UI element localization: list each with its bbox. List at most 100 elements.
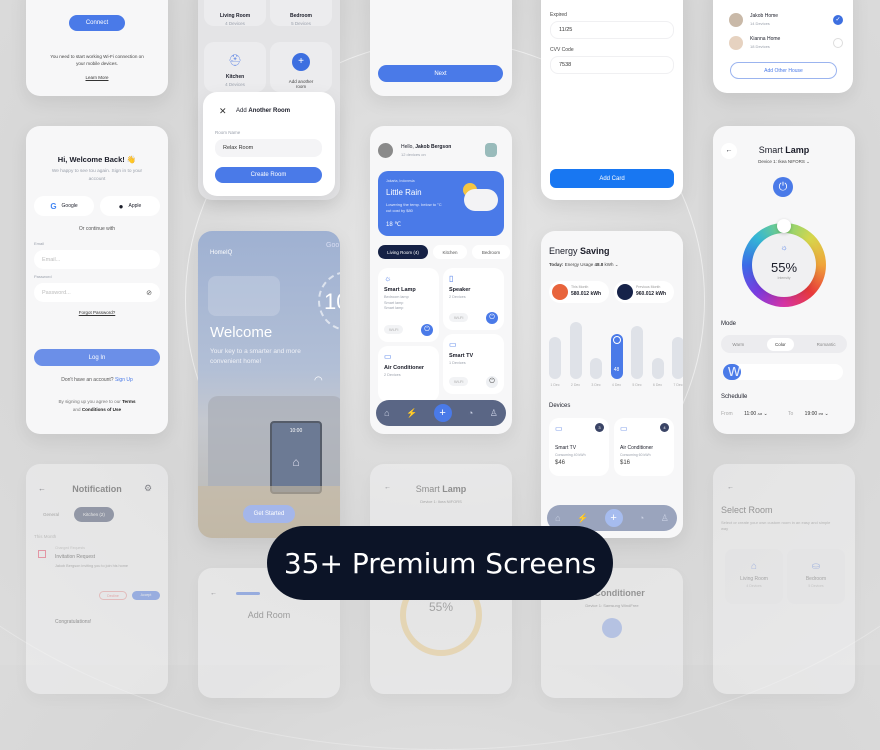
room-card-kitchen[interactable]: ⛑ Kitchen 4 Devices (204, 42, 266, 92)
chart-bar[interactable] (590, 358, 602, 379)
to-label: To (788, 411, 794, 417)
next-button[interactable]: Next (378, 65, 503, 82)
energy-device-card[interactable]: ▭ 4 Air Conditioner Consuming 60 kWh $16 (614, 418, 674, 476)
energy-bar-chart: 48 (549, 319, 683, 379)
prev-month-value: 960.012 kWh (636, 291, 667, 297)
signup-link[interactable]: Sign Up (115, 377, 133, 383)
nav-profile-icon[interactable]: ♙ (490, 408, 498, 419)
connect-screen: Connect You need to start working Wi-Fi … (26, 0, 168, 96)
schedule-to[interactable]: To 19:00 PM ⌄ (788, 411, 829, 417)
unselected-radio[interactable] (833, 38, 843, 48)
nav-add-button[interactable]: + (604, 509, 623, 527)
device-card-smart-tv[interactable]: ▭ Smart TV 1 Devices Wi-Fi ⏻ (443, 334, 504, 394)
nav-home-icon[interactable]: ⌂ (384, 408, 389, 418)
chevron-down-icon: ⌄ (614, 262, 619, 267)
nav-add-button[interactable]: + (433, 404, 452, 422)
add-room-title: Add Room (247, 610, 291, 620)
chart-bar[interactable] (549, 337, 561, 379)
today-usage[interactable]: Today: Energy Usage 48.8 kWh ⌄ (549, 262, 619, 268)
nav-bell-icon[interactable]: ◔ (468, 408, 473, 418)
tab-general[interactable]: General (43, 512, 59, 517)
email-input[interactable]: Email... (34, 250, 160, 269)
decline-button[interactable]: Decline (99, 591, 127, 600)
device-card-smart-lamp[interactable]: ☼ Smart Lamp Bedroom lamp Smart lamp Sma… (378, 268, 439, 342)
login-button[interactable]: Log In (34, 349, 160, 366)
back-icon[interactable]: ← (727, 484, 734, 491)
room-name-input[interactable]: Relax Room (215, 139, 322, 157)
device-card-air-conditioner[interactable]: ▭ Air Conditioner 2 Devices (378, 346, 439, 402)
wifi-badge: Wi-Fi (449, 377, 469, 386)
nav-profile-icon[interactable]: ♙ (661, 513, 669, 524)
conditions-link[interactable]: Conditions of Use (82, 407, 121, 412)
tab-kitchen[interactable]: Kitchen (433, 245, 467, 259)
device-card-speaker[interactable]: ▯ Speaker 2 Devices Wi-Fi ⏻ (443, 268, 504, 330)
mode-color[interactable]: Color (767, 337, 794, 351)
tab-bedroom[interactable]: Bedroom (472, 245, 510, 259)
color-wheel-handle[interactable] (777, 219, 791, 233)
mode-warm[interactable]: Warm (732, 342, 744, 347)
power-button[interactable]: ⏻ (773, 177, 793, 197)
power-button[interactable]: ⏻ (421, 324, 433, 336)
section-label: This Month (34, 534, 57, 539)
nav-energy-icon[interactable]: ⚡ (577, 513, 588, 524)
power-button[interactable]: ⏻ (486, 312, 498, 324)
weather-card[interactable]: Jakarta, Indonesia Little Rain Lowering … (378, 171, 504, 236)
device-sub: 1 Devices (449, 361, 466, 365)
nav-bell-icon[interactable]: ◔ (639, 513, 644, 523)
chart-bar[interactable] (651, 358, 664, 379)
room-card-bedroom[interactable]: Bedroom 5 Devices (270, 0, 332, 26)
blur-panel (208, 276, 280, 316)
robot-icon[interactable] (485, 143, 497, 157)
room-devices: 5 Devices (291, 21, 311, 26)
terms-link[interactable]: Terms (122, 399, 135, 404)
password-input[interactable]: Password... ⊘ (34, 283, 160, 302)
close-icon[interactable]: ✕ (219, 106, 227, 117)
get-started-button[interactable]: Get Started (243, 505, 295, 523)
learn-more-link[interactable]: Learn More (26, 75, 168, 80)
house-item[interactable]: Jakob Home 14 Devices ✓ (729, 13, 843, 29)
chart-bar[interactable] (672, 337, 683, 379)
nav-energy-icon[interactable]: ⚡ (406, 408, 417, 419)
energy-icon (552, 284, 568, 300)
gear-icon[interactable]: ⚙ (144, 483, 152, 494)
add-other-house-button[interactable]: Add Other House (730, 62, 837, 79)
tab-living-room[interactable]: Living Room (4) (378, 245, 428, 259)
selected-check-icon[interactable]: ✓ (833, 15, 843, 25)
apple-button[interactable]: ● Apple (100, 196, 160, 216)
google-button[interactable]: G Google (34, 196, 94, 216)
room-option-living[interactable]: ⌂ Living Room 4 Devices (725, 549, 783, 604)
room-option-bedroom[interactable]: ⛀ Bedroom 5 Devices (787, 549, 845, 604)
connect-button[interactable]: Connect (69, 15, 125, 31)
chart-bar[interactable] (569, 322, 582, 379)
energy-icon (617, 284, 633, 300)
create-room-button[interactable]: Create Room (215, 167, 322, 183)
google-icon: G (50, 201, 57, 211)
today-text: Energy Usage (564, 262, 594, 267)
forgot-password-link[interactable]: Forgot Password? (26, 310, 168, 315)
mode-romantic[interactable]: Romantic (817, 342, 836, 347)
nav-home-icon[interactable]: ⌂ (555, 513, 560, 523)
power-button[interactable] (602, 618, 622, 638)
lamp2-title: Smart Lamp (370, 484, 512, 494)
cvv-input[interactable]: 7538 (550, 56, 674, 74)
add-room-card[interactable]: + Add another room (270, 42, 332, 92)
select-room-subtitle: Select or create your own custom room in… (721, 520, 831, 532)
back-icon[interactable]: ← (210, 590, 217, 597)
room-name: Bedroom (805, 576, 827, 582)
chart-bar[interactable] (631, 326, 643, 379)
house-item[interactable]: Kianna Home 18 Devices (729, 36, 843, 52)
add-card-button[interactable]: Add Card (550, 169, 674, 188)
device-selector[interactable]: Device 1: Ikea NIFORS ⌄ (713, 159, 855, 165)
eye-off-icon[interactable]: ⊘ (146, 289, 152, 297)
accept-button[interactable]: Accept (132, 591, 160, 600)
power-button[interactable]: ⏻ (486, 376, 498, 388)
expired-input[interactable]: 11/25 (550, 21, 674, 39)
energy-device-card[interactable]: ▭ 3 Smart TV Consuming 40 kWh $46 (549, 418, 609, 476)
schedule-from[interactable]: From 11:00 AM ⌄ (721, 411, 768, 417)
tab-kitchen[interactable]: Kitchen (2) (74, 507, 114, 522)
room-card-living[interactable]: Living Room 4 Devices (204, 0, 266, 26)
device-name: Speaker (449, 287, 471, 293)
device-count-badge: 4 (660, 423, 669, 432)
chart-bar[interactable]: 48 (610, 334, 623, 379)
intensity-value: 55% (770, 260, 798, 275)
